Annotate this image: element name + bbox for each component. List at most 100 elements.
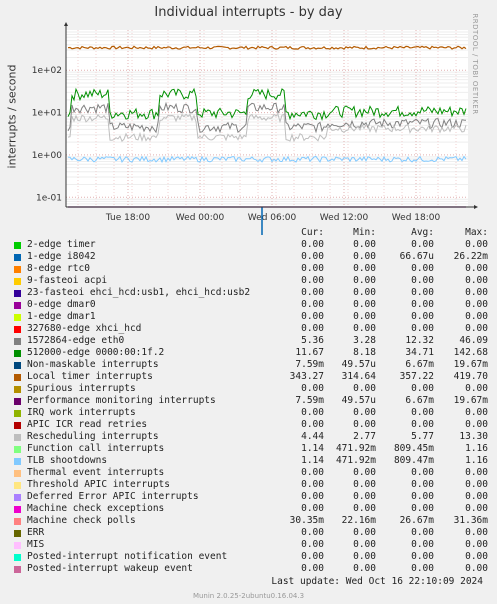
legend-series-name: Spurious interrupts: [27, 383, 136, 394]
legend-max-value: 26.22m: [453, 251, 488, 262]
legend-swatch: [14, 374, 21, 381]
legend-cur-value: 0.00: [301, 419, 324, 430]
legend-max-value: 419.70: [453, 371, 488, 382]
legend-cur-value: 0.00: [301, 275, 324, 286]
legend-series-name: 0-edge dmar0: [27, 299, 96, 310]
legend-series-name: Non-maskable interrupts: [27, 359, 159, 370]
legend-max-value: 0.00: [465, 527, 488, 538]
x-tick-label: Wed 06:00: [248, 213, 297, 223]
legend-header: Cur: Min: Avg: Max:: [0, 227, 497, 239]
legend-max-value: 0.00: [465, 323, 488, 334]
legend-max-value: 0.00: [465, 419, 488, 430]
legend-series-name: 8-edge rtc0: [27, 263, 90, 274]
legend-cur-value: 4.44: [301, 431, 324, 442]
legend-swatch: [14, 326, 21, 333]
legend-swatch: [14, 518, 21, 525]
legend-swatch: [14, 302, 21, 309]
legend-row: 0-edge dmar0 0.00 0.00 0.00 0.00: [0, 299, 497, 311]
legend-max-value: 1.16: [465, 455, 488, 466]
legend-min-value: 314.64: [341, 371, 376, 382]
legend-max-value: 142.68: [453, 347, 488, 358]
legend-avg-value: 0.00: [411, 311, 434, 322]
legend-series-name: 327680-edge xhci_hcd: [27, 323, 142, 334]
legend-row: Posted-interrupt wakeup event 0.00 0.00 0.0…: [0, 563, 497, 575]
legend-max-value: 0.00: [465, 407, 488, 418]
legend-avg-value: 0.00: [411, 275, 434, 286]
legend-row: APIC ICR read retries 0.00 0.00 0.00 0.00: [0, 419, 497, 431]
legend-swatch: [14, 254, 21, 261]
legend-row: Thermal event interrupts 0.00 0.00 0.00 0.00: [0, 467, 497, 479]
y-tick-label: 1e-01: [36, 193, 62, 203]
legend-min-value: 0.00: [353, 419, 376, 430]
legend-min-value: 49.57u: [341, 359, 376, 370]
legend-avg-value: 357.22: [399, 371, 434, 382]
legend-min-value: 8.18: [353, 347, 376, 358]
legend-min-value: 0.00: [353, 311, 376, 322]
legend-row: 1-edge dmar1 0.00 0.00 0.00 0.00: [0, 311, 497, 323]
legend-cur-value: 1.14: [301, 443, 324, 454]
legend-avg-value: 12.32: [405, 335, 434, 346]
legend-series-name: Rescheduling interrupts: [27, 431, 159, 442]
legend-row: TLB shootdowns 1.14 471.92m 809.47m 1.16: [0, 455, 497, 467]
legend-min-value: 0.00: [353, 479, 376, 490]
legend-row: Local timer interrupts 343.27 314.64 357.22…: [0, 371, 497, 383]
legend-row: Rescheduling interrupts 4.44 2.77 5.77 13.30: [0, 431, 497, 443]
legend-max-value: 0.00: [465, 539, 488, 550]
legend-swatch: [14, 542, 21, 549]
legend-avg-value: 0.00: [411, 563, 434, 574]
legend-avg-value: 809.45m: [393, 443, 434, 454]
legend-max-value: 1.16: [465, 443, 488, 454]
legend-min-value: 0.00: [353, 383, 376, 394]
x-tick-label: Wed 12:00: [320, 213, 369, 223]
legend-series-name: 23-fasteoi ehci_hcd:usb1, ehci_hcd:usb2: [27, 287, 251, 298]
legend-max-value: 46.09: [459, 335, 488, 346]
legend-series-name: 9-fasteoi acpi: [27, 275, 108, 286]
legend-cur-value: 343.27: [289, 371, 324, 382]
legend-cur-value: 0.00: [301, 263, 324, 274]
legend-max-value: 0.00: [465, 311, 488, 322]
legend-row: 1-edge i8042 0.00 0.00 66.67u 26.22m: [0, 251, 497, 263]
legend-min-value: 471.92m: [335, 443, 376, 454]
legend-cur-value: 5.36: [301, 335, 324, 346]
legend-avg-value: 0.00: [411, 467, 434, 478]
legend-row: Threshold APIC interrupts 0.00 0.00 0.00 0.0…: [0, 479, 497, 491]
y-tick-label: 1e+00: [32, 151, 63, 161]
legend-cur-value: 0.00: [301, 287, 324, 298]
legend-swatch: [14, 242, 21, 249]
x-tick-label: Tue 18:00: [105, 213, 150, 223]
legend-series-name: Function call interrupts: [27, 443, 165, 454]
legend-max-value: 0.00: [465, 503, 488, 514]
legend-max-value: 0.00: [465, 275, 488, 286]
legend-series-name: Machine check exceptions: [27, 503, 165, 514]
legend-row: Spurious interrupts 0.00 0.00 0.00 0.00: [0, 383, 497, 395]
legend-min-value: 0.00: [353, 467, 376, 478]
legend-max-value: 19.67m: [453, 359, 488, 370]
legend-swatch: [14, 446, 21, 453]
legend-cur-value: 7.59m: [295, 359, 324, 370]
legend-series-name: Posted-interrupt notification event: [27, 551, 228, 562]
legend-swatch: [14, 470, 21, 477]
legend-cur-value: 0.00: [301, 551, 324, 562]
legend-cur-value: 11.67: [295, 347, 324, 358]
legend-cur-value: 0.00: [301, 491, 324, 502]
legend-swatch: [14, 422, 21, 429]
legend-series-name: 1-edge dmar1: [27, 311, 96, 322]
legend-swatch: [14, 494, 21, 501]
legend-max-value: 0.00: [465, 383, 488, 394]
legend-avg-value: 0.00: [411, 323, 434, 334]
legend-series-name: MIS: [27, 539, 45, 550]
legend-avg-value: 66.67u: [399, 251, 434, 262]
legend-series-name: 512000-edge 0000:00:1f.2: [27, 347, 165, 358]
legend-min-value: 0.00: [353, 527, 376, 538]
legend-avg-value: 0.00: [411, 383, 434, 394]
legend-cur-value: 0.00: [301, 239, 324, 250]
legend-avg-value: 0.00: [411, 299, 434, 310]
legend-avg-value: 0.00: [411, 539, 434, 550]
x-tick-label: Wed 18:00: [392, 213, 441, 223]
legend-avg-value: 34.71: [405, 347, 434, 358]
legend-row: 9-fasteoi acpi 0.00 0.00 0.00 0.00: [0, 275, 497, 287]
legend-swatch: [14, 278, 21, 285]
legend-cur-value: 0.00: [301, 323, 324, 334]
legend-max-value: 0.00: [465, 551, 488, 562]
legend-row: IRQ work interrupts 0.00 0.00 0.00 0.00: [0, 407, 497, 419]
